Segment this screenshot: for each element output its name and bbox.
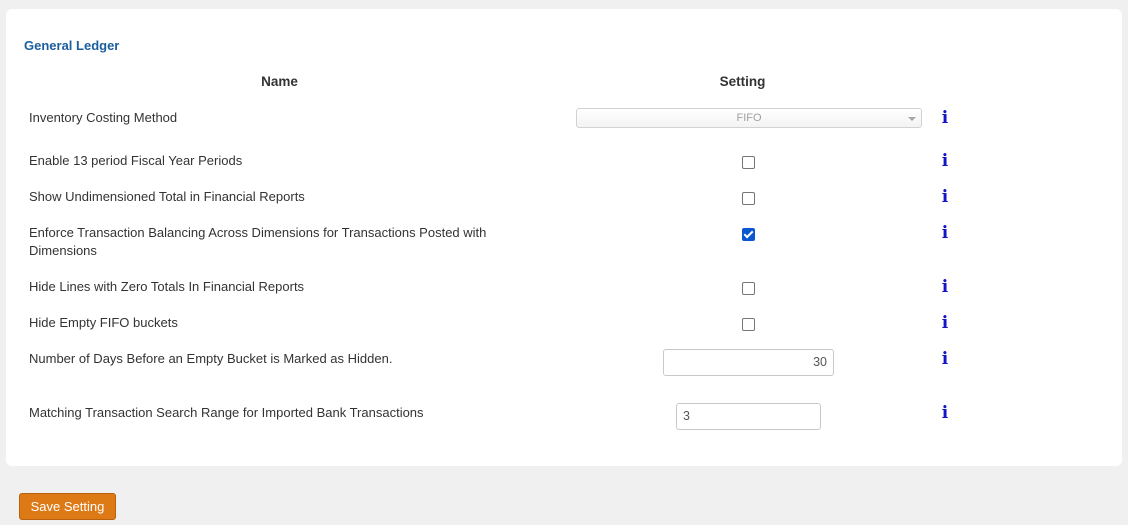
info-icon[interactable]: i	[941, 404, 949, 422]
setting-label: Hide Lines with Zero Totals In Financial…	[29, 279, 305, 294]
info-icon[interactable]: i	[941, 152, 949, 170]
info-icon[interactable]: i	[941, 350, 949, 368]
settings-panel: General Ledger Name Setting Inventory Co…	[6, 9, 1122, 466]
info-icon[interactable]: i	[941, 314, 949, 332]
setting-label: Hide Empty FIFO buckets	[29, 315, 178, 330]
info-icon[interactable]: i	[941, 278, 949, 296]
setting-label: Enforce Transaction Balancing Across Dim…	[29, 225, 487, 258]
hide-zero-lines-checkbox[interactable]	[742, 282, 755, 295]
matching-range-input[interactable]: 3	[676, 403, 821, 430]
select-value: FIFO	[736, 112, 762, 124]
inventory-costing-select[interactable]: FIFO	[576, 108, 922, 128]
section-title: General Ledger	[24, 38, 120, 53]
enforce-balancing-checkbox[interactable]	[742, 228, 755, 241]
days-before-hidden-input[interactable]: 30	[663, 349, 834, 376]
chevron-down-icon	[908, 117, 916, 121]
hide-empty-fifo-checkbox[interactable]	[742, 318, 755, 331]
info-icon[interactable]: i	[941, 109, 949, 127]
save-setting-button[interactable]: Save Setting	[19, 493, 116, 520]
setting-label: Matching Transaction Search Range for Im…	[29, 405, 424, 420]
setting-label: Enable 13 period Fiscal Year Periods	[29, 153, 243, 168]
setting-label: Inventory Costing Method	[29, 110, 178, 125]
info-icon[interactable]: i	[941, 224, 949, 242]
column-header-setting: Setting	[719, 74, 766, 89]
setting-label: Number of Days Before an Empty Bucket is…	[29, 351, 393, 366]
info-icon[interactable]: i	[941, 188, 949, 206]
column-header-name: Name	[261, 74, 298, 89]
thirteen-period-checkbox[interactable]	[742, 156, 755, 169]
undimensioned-total-checkbox[interactable]	[742, 192, 755, 205]
setting-label: Show Undimensioned Total in Financial Re…	[29, 189, 305, 204]
